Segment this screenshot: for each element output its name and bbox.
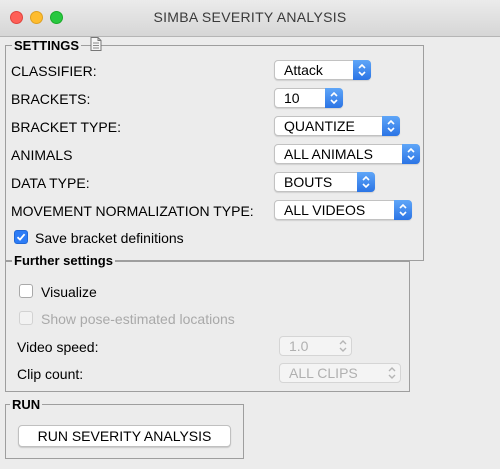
clip-count-dropdown[interactable]: ALL CLIPS (279, 363, 401, 383)
dropdown-arrows-icon (334, 336, 352, 356)
brackets-dropdown[interactable]: 10 (274, 88, 343, 108)
clip-count-label: Clip count: (17, 366, 84, 382)
clip-count-value: ALL CLIPS (289, 365, 358, 381)
data-type-dropdown[interactable]: BOUTS (274, 172, 375, 192)
further-settings-title: Further settings (12, 253, 115, 268)
classifier-dropdown[interactable]: Attack (274, 60, 371, 80)
movement-normalization-dropdown[interactable]: ALL VIDEOS (274, 200, 412, 220)
animals-label: ANIMALS (11, 147, 73, 163)
bracket-type-dropdown[interactable]: QUANTIZE (274, 116, 400, 136)
dropdown-arrows-icon (402, 144, 420, 164)
save-brackets-checkbox[interactable] (14, 230, 28, 244)
movement-normalization-label: MOVEMENT NORMALIZATION TYPE: (11, 203, 254, 219)
settings-group-title: SETTINGS (12, 38, 82, 53)
video-speed-value: 1.0 (289, 338, 309, 354)
data-type-label: DATA TYPE: (11, 175, 90, 191)
classifier-label: CLASSIFIER: (11, 63, 97, 79)
dropdown-arrows-icon (357, 172, 375, 192)
video-speed-label: Video speed: (17, 339, 99, 355)
dropdown-arrows-icon (394, 200, 412, 220)
animals-dropdown[interactable]: ALL ANIMALS (274, 144, 420, 164)
run-severity-analysis-button[interactable]: RUN SEVERITY ANALYSIS (18, 425, 231, 447)
window-title: SIMBA SEVERITY ANALYSIS (153, 9, 347, 25)
run-group-title: RUN (10, 397, 43, 412)
brackets-value: 10 (284, 90, 300, 106)
video-speed-dropdown[interactable]: 1.0 (279, 336, 352, 356)
classifier-value: Attack (284, 62, 323, 78)
checkmark-icon (16, 233, 26, 241)
dropdown-arrows-icon (325, 88, 343, 108)
dropdown-arrows-icon (383, 363, 401, 383)
dropdown-arrows-icon (382, 116, 400, 136)
visualize-label[interactable]: Visualize (41, 284, 97, 300)
save-brackets-label[interactable]: Save bracket definitions (35, 230, 184, 246)
data-type-value: BOUTS (284, 174, 333, 190)
movement-normalization-value: ALL VIDEOS (284, 202, 366, 218)
brackets-label: BRACKETS: (11, 91, 91, 107)
bracket-type-label: BRACKET TYPE: (11, 119, 121, 135)
animals-value: ALL ANIMALS (284, 146, 373, 162)
show-pose-label[interactable]: Show pose-estimated locations (41, 311, 235, 327)
bracket-type-value: QUANTIZE (284, 118, 355, 134)
document-icon (90, 37, 102, 51)
title-bar: SIMBA SEVERITY ANALYSIS (0, 0, 500, 37)
show-pose-checkbox[interactable] (19, 311, 33, 325)
visualize-checkbox[interactable] (19, 284, 33, 298)
dropdown-arrows-icon (353, 60, 371, 80)
